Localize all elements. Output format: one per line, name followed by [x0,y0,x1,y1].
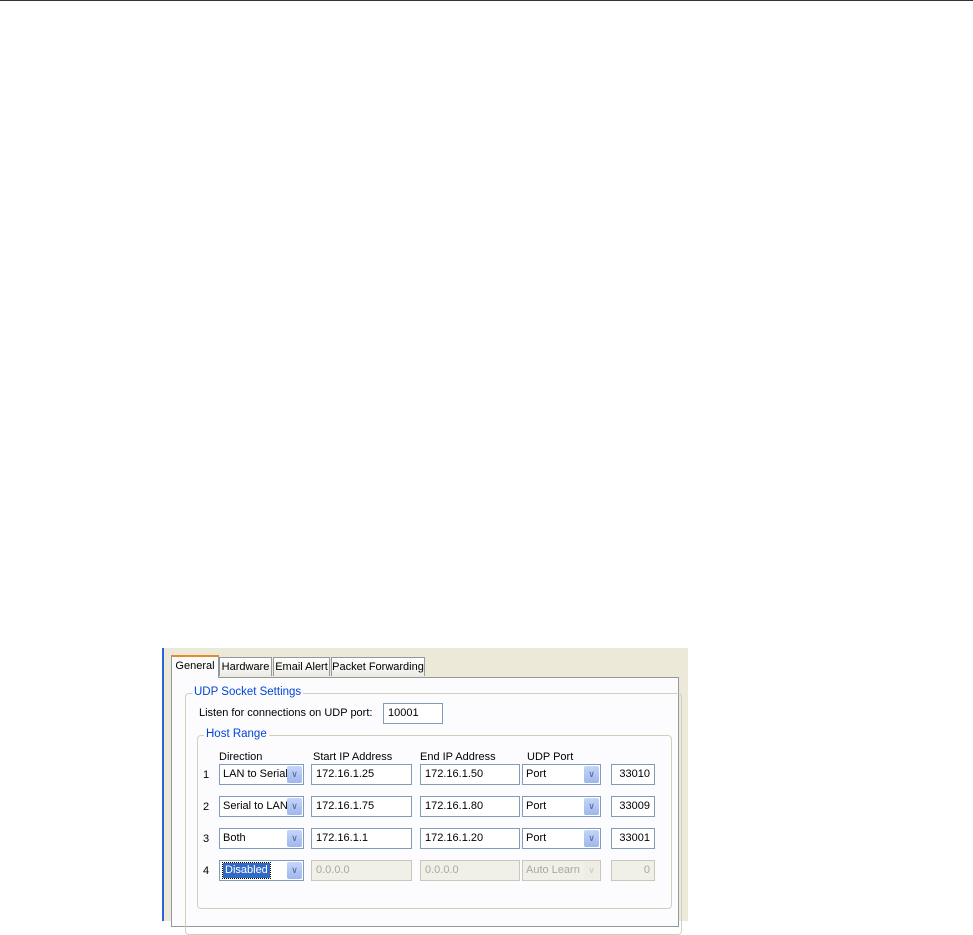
settings-dialog: General Hardware Email Alert Packet Forw… [162,648,688,935]
start-ip-input[interactable]: 0.0.0.0 [311,860,412,881]
udp-socket-settings-group: UDP Socket Settings Listen for connectio… [185,686,682,935]
udp-port-input[interactable]: 0 [611,860,655,881]
direction-select[interactable]: LAN to Serial ∨ [219,764,304,785]
listen-port-label: Listen for connections on UDP port: [199,707,373,719]
udp-port-input[interactable]: 33009 [611,796,655,817]
header-start-ip: Start IP Address [313,751,393,763]
direction-select[interactable]: Serial to LAN ∨ [219,796,304,817]
udp-port-mode-select[interactable]: Port ∨ [522,764,601,785]
chevron-down-icon: ∨ [287,862,302,879]
host-range-group: Host Range Direction Start IP Address En… [197,728,672,909]
general-panel: UDP Socket Settings Listen for connectio… [171,677,682,935]
udp-port-input[interactable]: 33001 [611,828,655,849]
chevron-down-icon: ∨ [584,798,599,815]
end-ip-input[interactable]: 172.16.1.20 [420,828,520,849]
start-ip-input[interactable]: 172.16.1.75 [311,796,412,817]
chevron-down-icon: ∨ [287,798,302,815]
tab-hardware[interactable]: Hardware [219,657,272,676]
header-end-ip: End IP Address [420,751,496,763]
chevron-down-icon: ∨ [584,830,599,847]
end-ip-input[interactable]: 172.16.1.80 [420,796,520,817]
start-ip-input[interactable]: 172.16.1.1 [311,828,412,849]
end-ip-input[interactable]: 172.16.1.50 [420,764,520,785]
tab-general[interactable]: General [171,655,219,678]
header-direction: Direction [219,751,263,763]
udp-port-mode-select[interactable]: Port ∨ [522,828,601,849]
end-ip-input[interactable]: 0.0.0.0 [420,860,520,881]
tab-packet-forwarding[interactable]: Packet Forwarding [331,657,425,676]
header-udp-port: UDP Port [527,751,574,763]
row-number: 2 [203,801,210,813]
direction-select[interactable]: Disabled ∨ [219,860,304,881]
row-number: 4 [203,865,210,877]
listen-port-input[interactable]: 10001 [383,703,443,724]
row-number: 1 [203,769,210,781]
udp-port-input[interactable]: 33010 [611,764,655,785]
chevron-down-icon: ∨ [584,766,599,783]
udp-port-mode-select[interactable]: Auto Learn ∨ [522,860,601,881]
tab-email-alert[interactable]: Email Alert [273,657,330,676]
chevron-down-icon: ∨ [584,862,599,879]
group-title: UDP Socket Settings [192,686,304,698]
start-ip-input[interactable]: 172.16.1.25 [311,764,412,785]
top-divider [0,0,973,1]
row-number: 3 [203,833,210,845]
udp-port-mode-select[interactable]: Port ∨ [522,796,601,817]
chevron-down-icon: ∨ [287,766,302,783]
direction-select[interactable]: Both ∨ [219,828,304,849]
chevron-down-icon: ∨ [287,830,302,847]
group-title: Host Range [204,728,269,740]
